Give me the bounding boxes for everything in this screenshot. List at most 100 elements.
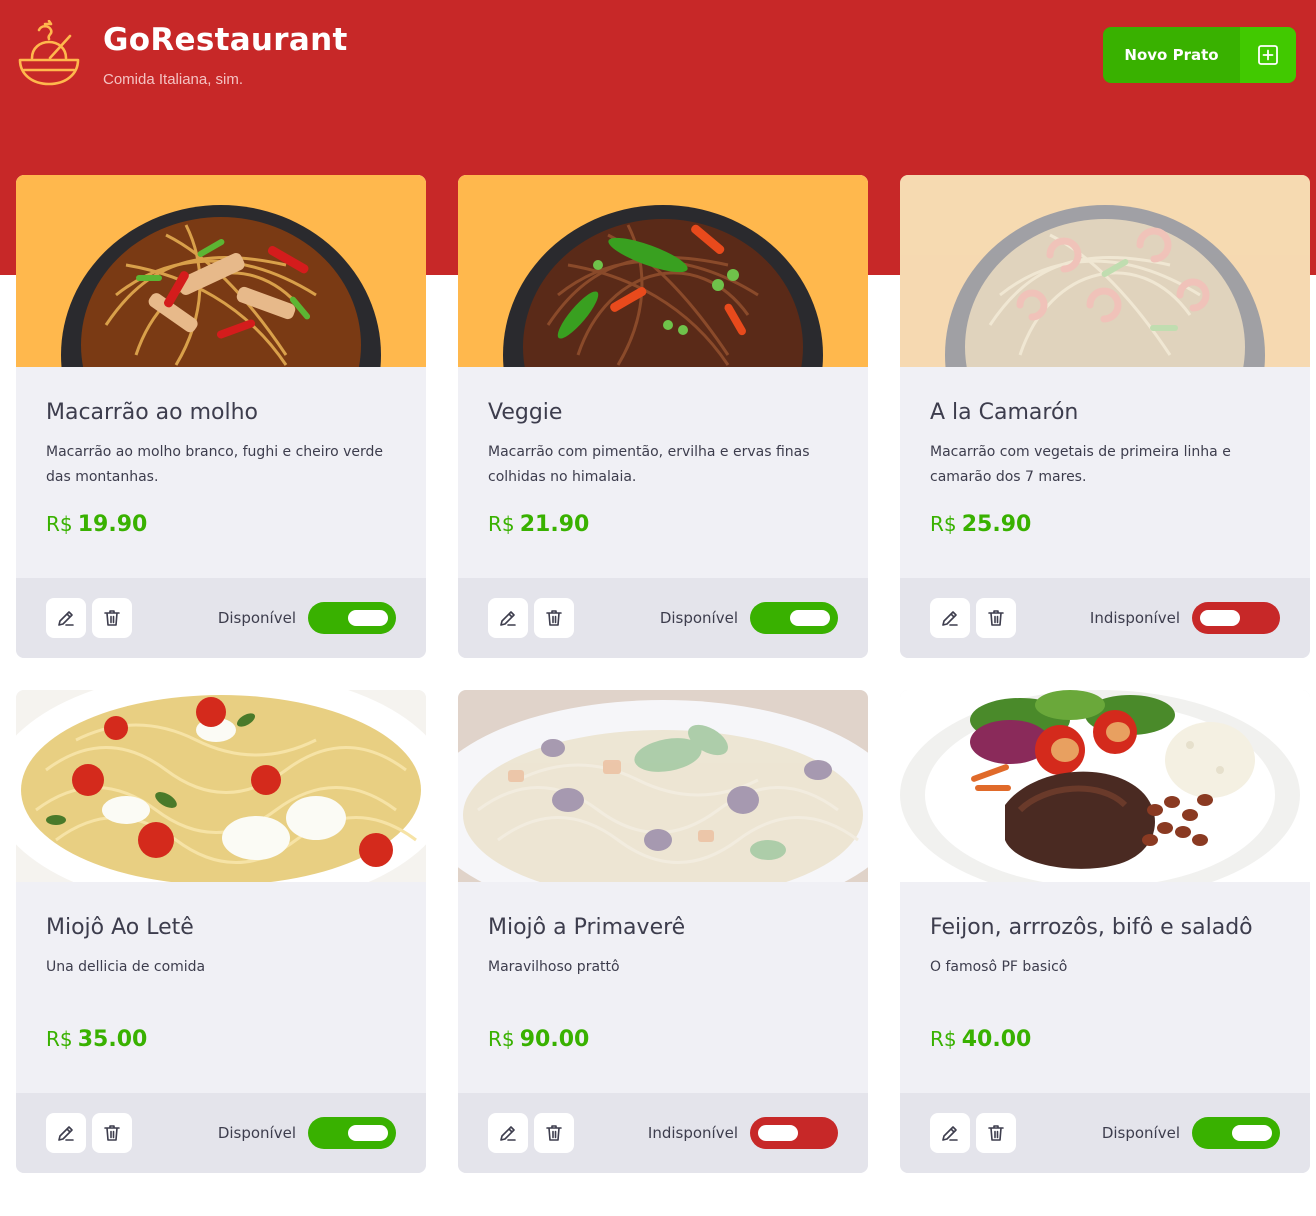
dish-card: A la Camarón Macarrão com vegetais de pr… <box>900 175 1310 658</box>
dish-card: Feijon, arrrozôs, bifô e saladô O famosô… <box>900 690 1310 1173</box>
dish-price: R$ 40.00 <box>930 1024 1280 1056</box>
trash-icon <box>104 610 120 626</box>
edit-button[interactable] <box>930 598 970 638</box>
bowl-logo-icon <box>18 20 80 86</box>
availability-label: Indisponível <box>1089 609 1180 627</box>
price-currency: R$ <box>930 1027 957 1051</box>
dishes-grid: Macarrão ao molho Macarrão ao molho bran… <box>16 175 1310 1173</box>
dish-price: R$ 90.00 <box>488 1024 838 1056</box>
dish-card-footer: Indisponível <box>900 578 1310 658</box>
dish-photo <box>16 175 426 367</box>
dish-description: Una dellicia de comida <box>46 959 206 975</box>
edit-button[interactable] <box>46 1113 86 1153</box>
delete-button[interactable] <box>92 1113 132 1153</box>
delete-button[interactable] <box>534 1113 574 1153</box>
dish-card-footer: Disponível <box>458 578 868 658</box>
dish-photo <box>458 690 868 882</box>
trash-icon <box>988 610 1004 626</box>
dish-photo <box>900 175 1310 367</box>
dish-price: R$ 19.90 <box>46 509 396 541</box>
dish-description: Macarrão ao molho branco, fughi e cheiro… <box>46 444 384 485</box>
dish-description: O famosô PF basicô <box>930 959 1068 975</box>
availability-toggle[interactable] <box>308 1117 396 1149</box>
availability-toggle[interactable] <box>308 602 396 634</box>
dish-name: Miojô a Primaverê <box>488 915 686 940</box>
trash-icon <box>988 1125 1004 1141</box>
delete-button[interactable] <box>92 598 132 638</box>
price-currency: R$ <box>488 512 515 536</box>
dish-card: Veggie Macarrão com pimentão, ervilha e … <box>458 175 868 658</box>
availability-label: Disponível <box>659 609 738 627</box>
dish-name: Macarrão ao molho <box>46 400 259 425</box>
dish-card: Macarrão ao molho Macarrão ao molho bran… <box>16 175 426 658</box>
dish-description: Macarrão com vegetais de primeira linha … <box>930 444 1231 485</box>
edit-button[interactable] <box>930 1113 970 1153</box>
availability-control: Indisponível <box>648 1117 838 1149</box>
dish-card-footer: Disponível <box>16 578 426 658</box>
dish-price: R$ 35.00 <box>46 1024 396 1056</box>
availability-label: Disponível <box>217 609 296 627</box>
dish-price: R$ 21.90 <box>488 509 838 541</box>
pencil-icon <box>58 1126 74 1141</box>
dish-card-footer: Disponível <box>900 1093 1310 1173</box>
delete-button[interactable] <box>976 598 1016 638</box>
edit-button[interactable] <box>488 598 528 638</box>
price-value: 35.00 <box>77 1027 148 1052</box>
availability-label: Disponível <box>1101 1124 1180 1142</box>
price-value: 19.90 <box>77 512 148 537</box>
price-value: 25.90 <box>961 512 1032 537</box>
app-subtitle: Comida Italiana, sim. <box>103 71 244 88</box>
pencil-icon <box>942 611 958 626</box>
availability-control: Disponível <box>1102 1117 1280 1149</box>
availability-toggle[interactable] <box>750 602 838 634</box>
availability-toggle[interactable] <box>750 1117 838 1149</box>
dish-card-footer: Disponível <box>16 1093 426 1173</box>
trash-icon <box>104 1125 120 1141</box>
toggle-knob <box>790 610 830 626</box>
availability-control: Disponível <box>218 602 396 634</box>
price-value: 40.00 <box>961 1027 1032 1052</box>
delete-button[interactable] <box>534 598 574 638</box>
toggle-knob <box>1232 1125 1272 1141</box>
edit-button[interactable] <box>46 598 86 638</box>
toggle-knob <box>348 610 388 626</box>
plus-square-icon <box>1240 27 1296 83</box>
availability-control: Disponível <box>660 602 838 634</box>
pencil-icon <box>500 611 516 626</box>
trash-icon <box>546 610 562 626</box>
dish-photo <box>458 175 868 367</box>
price-value: 21.90 <box>519 512 590 537</box>
toggle-knob <box>348 1125 388 1141</box>
new-dish-button-label: Novo Prato <box>1103 27 1240 83</box>
availability-control: Disponível <box>218 1117 396 1149</box>
price-value: 90.00 <box>519 1027 590 1052</box>
delete-button[interactable] <box>976 1113 1016 1153</box>
availability-label: Disponível <box>217 1124 296 1142</box>
availability-label: Indisponível <box>647 1124 738 1142</box>
dish-price: R$ 25.90 <box>930 509 1280 541</box>
dish-name: A la Camarón <box>930 400 1079 425</box>
toggle-knob <box>758 1125 798 1141</box>
price-currency: R$ <box>930 512 957 536</box>
price-currency: R$ <box>46 1027 73 1051</box>
pencil-icon <box>58 611 74 626</box>
trash-icon <box>546 1125 562 1141</box>
availability-control: Indisponível <box>1090 602 1280 634</box>
availability-toggle[interactable] <box>1192 602 1280 634</box>
dish-name: Veggie <box>488 400 563 425</box>
pencil-icon <box>942 1126 958 1141</box>
availability-toggle[interactable] <box>1192 1117 1280 1149</box>
app-title: GoRestaurant <box>103 22 348 58</box>
dish-name: Feijon, arrrozôs, bifô e saladô <box>930 915 1253 940</box>
new-dish-button[interactable]: Novo Prato <box>1103 27 1296 83</box>
dish-card: Miojô a Primaverê Maravilhoso prattô R$ … <box>458 690 868 1173</box>
dish-description: Maravilhoso prattô <box>488 959 620 975</box>
dish-name: Miojô Ao Letê <box>46 915 194 940</box>
price-currency: R$ <box>46 512 73 536</box>
dish-description: Macarrão com pimentão, ervilha e ervas f… <box>488 444 810 485</box>
edit-button[interactable] <box>488 1113 528 1153</box>
dish-photo <box>16 690 426 882</box>
dish-photo <box>900 690 1310 882</box>
toggle-knob <box>1200 610 1240 626</box>
pencil-icon <box>500 1126 516 1141</box>
